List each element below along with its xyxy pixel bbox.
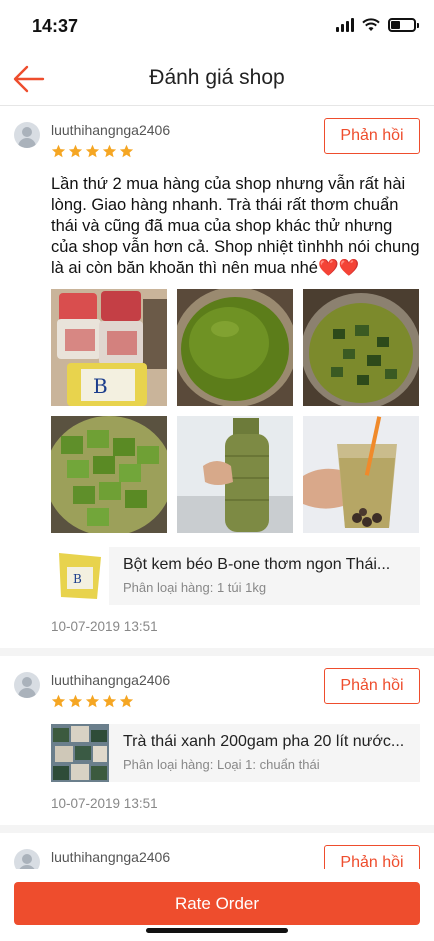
review-photos: B [51, 289, 420, 533]
review-date: 10-07-2019 13:51 [51, 796, 158, 811]
review-photo[interactable] [51, 416, 167, 533]
svg-text:B: B [93, 374, 108, 398]
reply-button[interactable]: Phản hồi [324, 118, 420, 154]
product-card[interactable]: Trà thái xanh 200gam pha 20 lít nước... … [51, 724, 420, 782]
review-photo[interactable] [303, 289, 419, 406]
heart-emoji: ❤️❤️ [317, 259, 360, 277]
svg-text:B: B [73, 572, 82, 586]
product-thumbnail [51, 724, 109, 782]
product-variant: Phân loại hàng: 1 túi 1kg [123, 580, 267, 595]
star-icon [119, 144, 134, 158]
signal-icon [336, 18, 354, 32]
reviewer-username: luuthihangnga2406 [51, 672, 171, 688]
review-text: Lần thứ 2 mua hàng của shop nhưng vẫn rấ… [51, 164, 420, 279]
star-icon [51, 694, 66, 708]
avatar[interactable] [14, 672, 40, 698]
review-photo[interactable] [177, 416, 293, 533]
battery-icon [388, 18, 419, 32]
status-icons [336, 18, 419, 32]
status-time: 14:37 [32, 16, 79, 36]
star-icon [68, 694, 83, 708]
star-icon [102, 144, 117, 158]
review-item: luuthihangnga2406 Phản hồi Trà thái xanh… [0, 656, 434, 833]
review-photo[interactable] [177, 289, 293, 406]
rating-stars [51, 144, 134, 159]
star-icon [51, 144, 66, 158]
star-icon [102, 694, 117, 708]
star-icon [68, 144, 83, 158]
rating-stars [51, 694, 134, 709]
product-name: Bột kem béo B-one thơm ngon Thái... [123, 556, 391, 573]
review-photo[interactable] [303, 416, 419, 533]
reviewer-username: luuthihangnga2406 [51, 849, 171, 865]
review-date: 10-07-2019 13:51 [51, 619, 158, 634]
product-card[interactable]: B Bột kem béo B-one thơm ngon Thái... Ph… [51, 547, 420, 605]
product-thumbnail: B [51, 547, 109, 605]
reviewer-username: luuthihangnga2406 [51, 122, 171, 138]
wifi-icon [362, 18, 380, 31]
avatar[interactable] [14, 122, 40, 148]
star-icon [85, 694, 100, 708]
battery-level [391, 21, 400, 29]
home-indicator[interactable] [146, 928, 288, 933]
rate-order-button[interactable]: Rate Order [14, 882, 420, 925]
nav-bar: Đánh giá shop [0, 54, 434, 106]
reply-button[interactable]: Phản hồi [324, 668, 420, 704]
page-title: Đánh giá shop [149, 66, 285, 89]
star-icon [119, 694, 134, 708]
review-body: Lần thứ 2 mua hàng của shop nhưng vẫn rấ… [51, 175, 420, 277]
product-name: Trà thái xanh 200gam pha 20 lít nước... [123, 733, 405, 750]
product-variant: Phân loại hàng: Loại 1: chuẩn thái [123, 757, 320, 772]
footer-bar: Rate Order [0, 869, 434, 941]
star-icon [85, 144, 100, 158]
status-bar: 14:37 [0, 0, 434, 54]
review-photo[interactable]: B [51, 289, 167, 406]
review-item: luuthihangnga2406 Phản hồi Lần thứ 2 mua… [0, 106, 434, 656]
